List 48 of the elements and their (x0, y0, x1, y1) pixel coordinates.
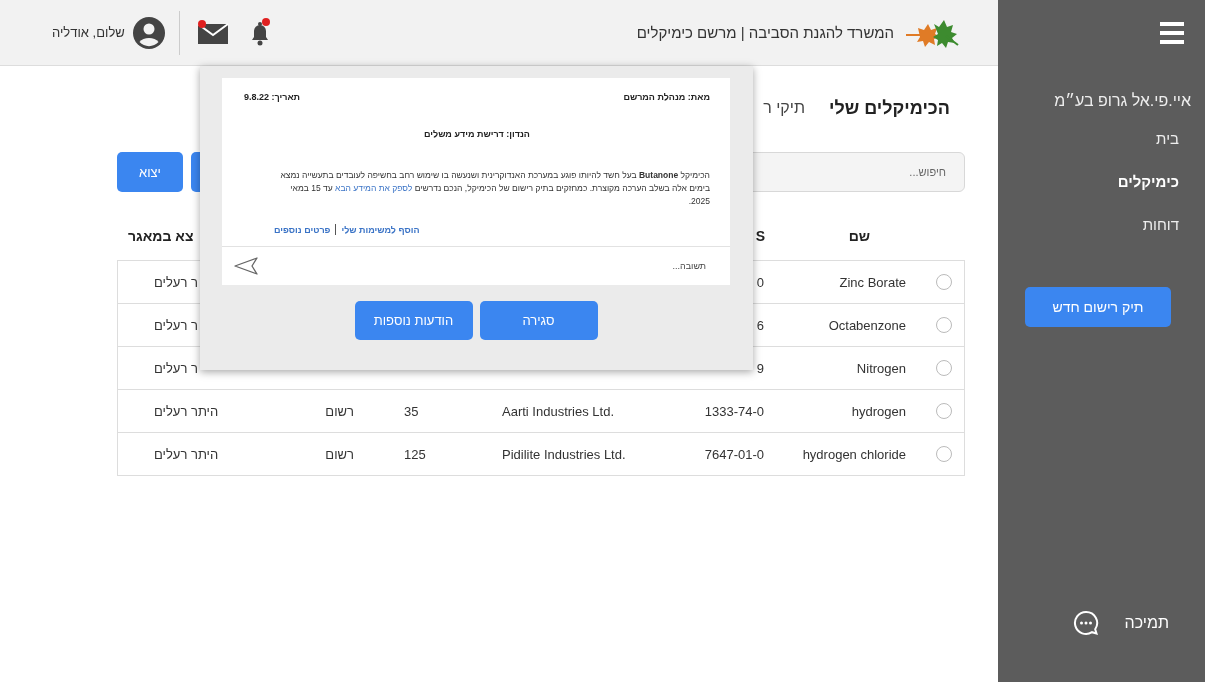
table-cell: 0 (756, 274, 764, 290)
message-link[interactable]: הוסף למשימות שלי (341, 224, 420, 235)
chat-icon[interactable] (1072, 610, 1099, 636)
column-header: שם (848, 228, 870, 244)
table-cell: ר רעלים (154, 274, 198, 290)
sidebar-item[interactable]: כימיקלים (1117, 173, 1179, 190)
table-cell: Nitrogen (856, 360, 906, 376)
table-cell: Zinc Borate (839, 274, 906, 290)
table-cell: 125 (404, 446, 426, 462)
menu-icon[interactable] (1159, 22, 1185, 44)
table-cell: Octabenzone (828, 317, 906, 333)
support-link[interactable]: תמיכה (1124, 614, 1169, 632)
table-cell: היתר רעלים (154, 446, 219, 462)
send-icon[interactable] (234, 257, 258, 275)
table-cell: ר רעלים (154, 317, 198, 333)
table-cell: Pidilite Industries Ltd. (502, 446, 626, 462)
table-cell: רשום (325, 446, 354, 462)
table-cell: 1333-74-0 (704, 403, 764, 419)
message-link[interactable]: פרטים נוספים (274, 224, 331, 235)
dialog-button[interactable]: סגירה (479, 301, 598, 340)
table-cell: 7647-01-0 (704, 446, 764, 462)
user-avatar-icon[interactable] (132, 16, 165, 49)
site-title: המשרד להגנת הסביבה | מרשם כימיקלים (636, 24, 894, 41)
message-date: תאריך: 9.8.22 (244, 92, 301, 102)
tab[interactable]: הכימיקלים שלי (829, 97, 950, 119)
user-greeting: שלום, אודליה (52, 25, 125, 40)
company-name: איי.פי.אל גרופ בע״מ (1053, 91, 1192, 110)
table-cell: רשום (325, 403, 354, 419)
table-cell: ר רעלים (154, 360, 198, 376)
export-button[interactable]: יצוא (117, 152, 183, 192)
column-header: צא במאגר (128, 228, 194, 244)
table-cell: Aarti Industries Ltd. (502, 403, 614, 419)
sidebar-item[interactable]: בית (1156, 130, 1179, 147)
new-file-button[interactable]: תיק רישום חדש (1025, 287, 1171, 327)
info-link[interactable]: לספק את המידע הבא (335, 183, 413, 193)
table-cell: 6 (756, 317, 764, 333)
tab[interactable]: תיקי ר (763, 99, 805, 117)
message-subject: הנדון: דרישת מידע משלים (423, 129, 531, 139)
table-cell: hydrogen (851, 403, 906, 419)
mail-icon[interactable] (197, 21, 230, 44)
dialog-button[interactable]: הודעות נוספות (354, 301, 473, 340)
table-cell: hydrogen chloride (802, 446, 906, 462)
sidebar-item[interactable]: דוחות (1142, 216, 1179, 233)
table-cell: 9 (756, 360, 764, 376)
column-header: S (755, 228, 765, 244)
table-cell: 35 (404, 403, 419, 419)
table-cell: היתר רעלים (154, 403, 219, 419)
message-sender: מאת: מנהלת המרשם (623, 92, 710, 102)
